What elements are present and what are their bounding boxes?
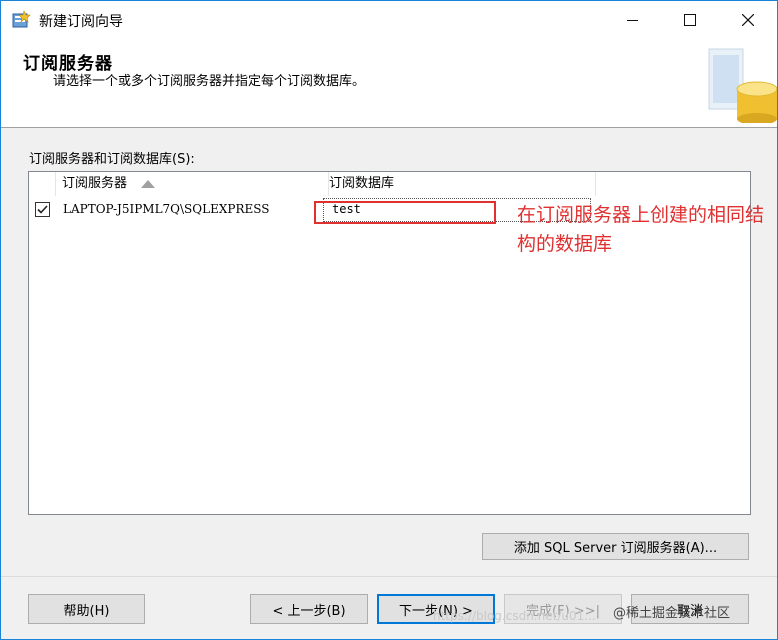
sort-up-icon [141,179,156,188]
close-icon [742,14,754,26]
minimize-icon [626,19,638,21]
help-button[interactable]: 帮助(H) [28,594,145,624]
wizard-window: 新建订阅向导 订阅服务器 请选择一个或多个订阅服务器并指定每个订阅数据库。 订阅… [0,0,778,640]
title-bar: 新建订阅向导 [1,1,777,39]
watermark: @稀土掘金技术社区 [613,606,731,621]
checkmark-icon [37,205,48,214]
maximize-button[interactable] [661,1,719,39]
column-header-server-label: 订阅服务器 [62,176,128,191]
watermark-url: https://blog.csdn.net/u01... [433,609,596,623]
add-subscriber-button[interactable]: 添加 SQL Server 订阅服务器(A)... [482,533,749,560]
footer-divider [1,576,777,577]
column-header-database-label: 订阅数据库 [329,176,395,191]
column-header-check [29,172,56,196]
maximize-icon [684,14,696,26]
close-button[interactable] [719,1,777,39]
minimize-button[interactable] [603,1,661,39]
column-header-database[interactable]: 订阅数据库 [323,172,596,196]
database-graphic-icon [708,48,777,123]
back-button[interactable]: < 上一步(B) [250,594,368,624]
wizard-header: 订阅服务器 请选择一个或多个订阅服务器并指定每个订阅数据库。 [1,39,777,128]
row-checkbox[interactable] [35,202,50,217]
column-header-server[interactable]: 订阅服务器 [56,172,329,196]
subscribers-label: 订阅服务器和订阅数据库(S): [29,152,195,167]
app-icon [12,10,31,28]
window-title: 新建订阅向导 [39,14,123,30]
row-server-name: LAPTOP-J5IPML7Q\SQLEXPRESS [63,202,270,216]
page-subtitle: 请选择一个或多个订阅服务器并指定每个订阅数据库。 [53,74,366,89]
annotation-highlight-box [314,201,496,224]
annotation-text: 在订阅服务器上创建的相同结构的数据库 [517,204,765,255]
